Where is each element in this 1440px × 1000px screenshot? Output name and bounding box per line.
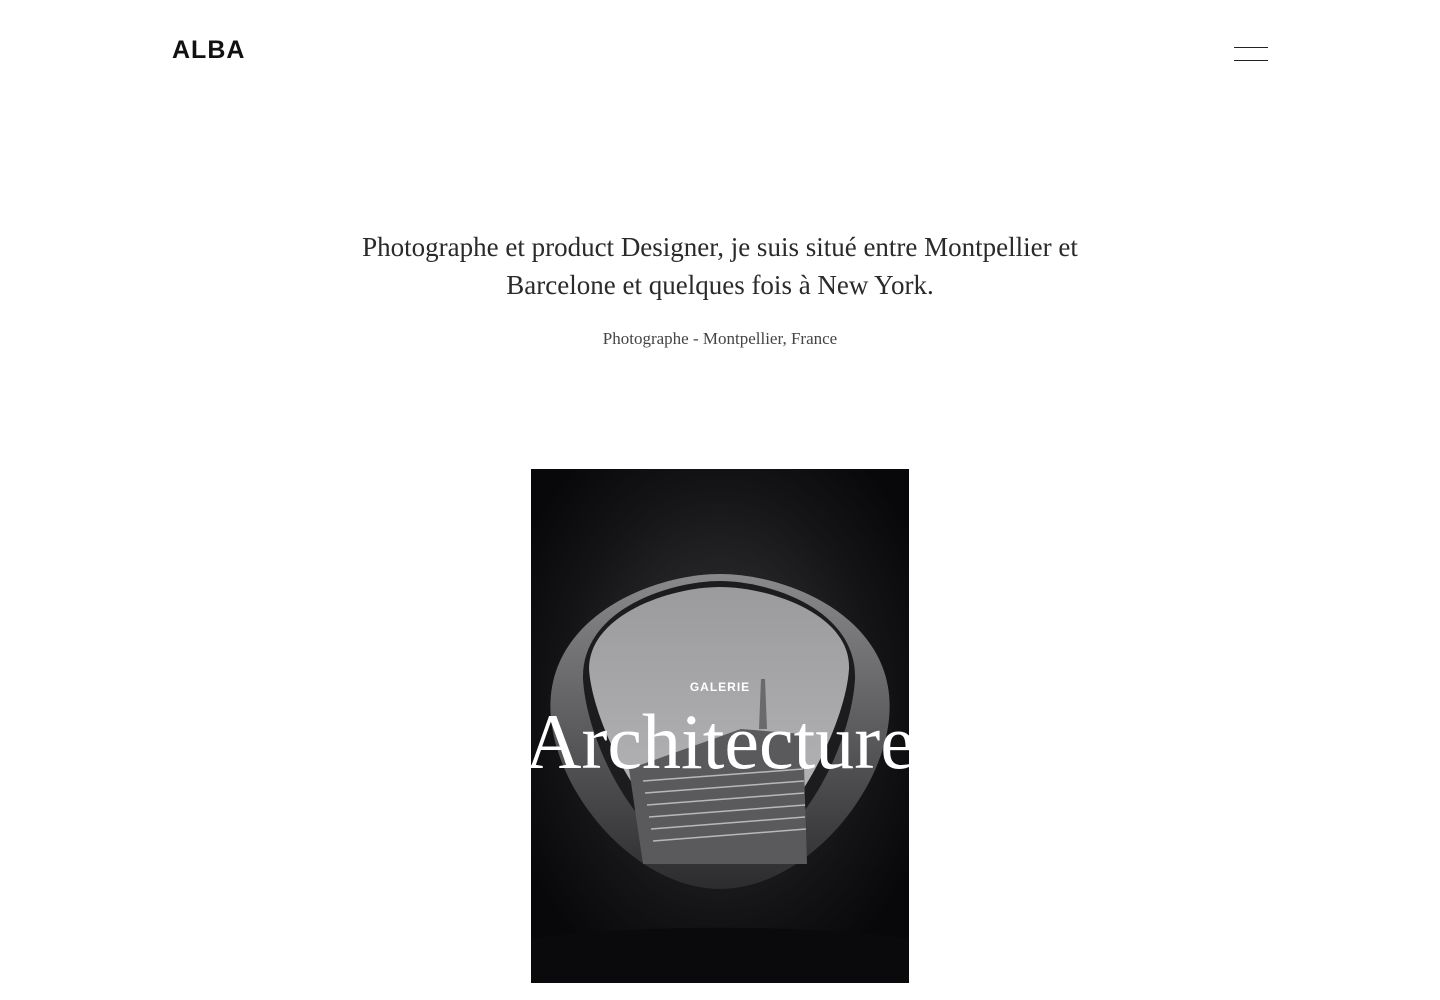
site-logo[interactable]: ALBA [172, 34, 245, 66]
intro-text: Photographe et product Designer, je suis… [362, 232, 1078, 300]
intro-section: Photographe et product Designer, je suis… [320, 228, 1120, 350]
menu-line-bottom [1234, 60, 1268, 61]
gallery-label: GALERIE [689, 680, 751, 694]
intro-subtitle: Photographe - Montpellier, France [602, 329, 838, 348]
site-header: ALBA [0, 0, 1440, 100]
menu-line-top [1234, 47, 1268, 48]
gallery-title[interactable]: Architecture [0, 694, 1440, 790]
menu-button[interactable] [1230, 40, 1272, 70]
